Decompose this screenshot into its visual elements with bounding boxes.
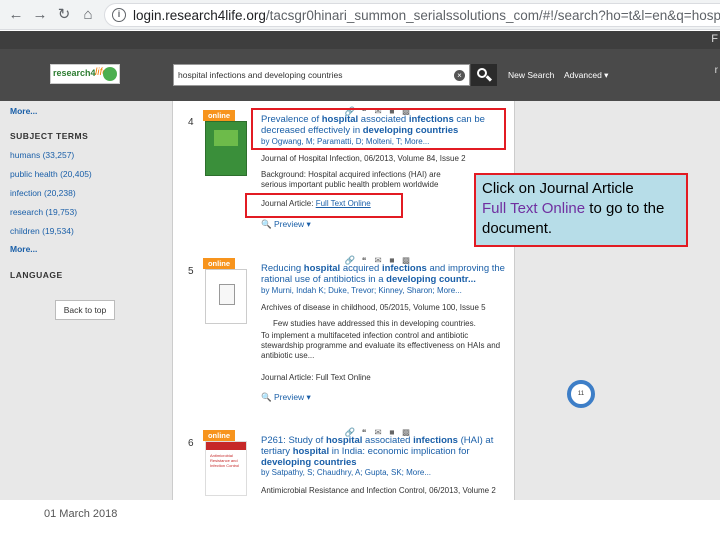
quote-icon[interactable]: ❝: [357, 427, 371, 438]
folder-icon[interactable]: ▩: [399, 255, 413, 266]
subject-term-item[interactable]: public health (20,405): [10, 169, 92, 179]
link-icon[interactable]: 🔗: [343, 255, 357, 266]
result-actions: 🔗 ❝ ✉ ■ ▩: [343, 427, 413, 438]
email-icon[interactable]: ✉: [371, 427, 385, 438]
advanced-search-link[interactable]: Advanced ▾: [564, 70, 608, 81]
more-link-top[interactable]: More...: [10, 106, 37, 116]
address-bar[interactable]: i login.research4life.org/tacsgr0hinari_…: [104, 3, 720, 27]
folder-icon[interactable]: ▩: [399, 427, 413, 438]
result-access[interactable]: Journal Article: Full Text Online: [261, 373, 513, 383]
subject-terms-heading: SUBJECT TERMS: [10, 131, 89, 141]
header-edge-text-2: r: [714, 65, 718, 76]
subject-term-item[interactable]: infection (20,238): [10, 188, 76, 198]
online-badge: online: [203, 110, 235, 121]
new-search-link[interactable]: New Search: [508, 70, 554, 80]
save-icon[interactable]: ■: [385, 255, 399, 265]
header-edge-text: F: [711, 33, 718, 45]
url-text: login.research4life.org/tacsgr0hinari_su…: [133, 8, 720, 23]
result-snippet: To implement a multifaceted infection co…: [261, 331, 501, 360]
search-button[interactable]: [471, 64, 497, 86]
globe-icon: [103, 67, 117, 81]
research4life-logo[interactable]: research4 life: [50, 64, 120, 84]
browser-toolbar: ← → ↻ ⌂ i login.research4life.org/tacsgr…: [0, 0, 720, 30]
header-top-strip: [0, 31, 720, 49]
more-link-bottom[interactable]: More...: [10, 244, 37, 254]
result-snippet: Few studies have addressed this in devel…: [273, 319, 476, 328]
journal-cover-thumbnail[interactable]: Antimicrobial Resistance and Infection C…: [205, 441, 247, 496]
preview-link[interactable]: 🔍 Preview ▾: [261, 392, 311, 403]
back-to-top-button[interactable]: Back to top: [55, 300, 115, 320]
journal-cover-thumbnail[interactable]: [205, 121, 247, 176]
search-field[interactable]: ×: [173, 64, 470, 86]
document-thumbnail[interactable]: [205, 269, 247, 324]
back-arrow-icon[interactable]: ←: [6, 5, 26, 25]
altmetric-badge[interactable]: 11: [567, 380, 595, 408]
result-title-link[interactable]: Reducing hospital acquired infections an…: [261, 263, 511, 285]
slide: ← → ↻ ⌂ i login.research4life.org/tacsgr…: [0, 0, 720, 540]
subject-term-item[interactable]: research (19,753): [10, 207, 77, 217]
result-authors[interactable]: by Satpathy, S; Chaudhry, A; Gupta, SK; …: [261, 468, 513, 478]
forward-arrow-icon[interactable]: →: [30, 5, 50, 25]
instruction-callout: Click on Journal Article Full Text Onlin…: [474, 173, 688, 247]
result-authors[interactable]: by Murni, Indah K; Duke, Trevor; Kinney,…: [261, 286, 513, 296]
result-number: 5: [188, 266, 194, 277]
slide-date: 01 March 2018: [44, 508, 118, 520]
home-icon[interactable]: ⌂: [78, 5, 98, 25]
results-list: 4 online Prevalence of hospital associat…: [172, 101, 515, 500]
full-text-highlight-box: [245, 193, 403, 218]
title-highlight-box: [251, 108, 506, 150]
clear-search-icon[interactable]: ×: [454, 70, 465, 81]
email-icon[interactable]: ✉: [371, 255, 385, 266]
result-number: 6: [188, 438, 194, 449]
online-badge: online: [203, 258, 235, 269]
site-header: F r research4 life × New Search Advanced…: [0, 31, 720, 101]
result-actions: 🔗 ❝ ✉ ■ ▩: [343, 255, 413, 266]
result-title-link[interactable]: P261: Study of hospital associated infec…: [261, 435, 511, 468]
preview-link[interactable]: 🔍 Preview ▾: [261, 219, 311, 230]
result-source: Archives of disease in childhood, 05/201…: [261, 303, 486, 312]
result-snippet: Background: Hospital acquired infections…: [261, 170, 441, 189]
search-input[interactable]: [178, 67, 448, 83]
document-icon: [219, 284, 235, 305]
save-icon[interactable]: ■: [385, 427, 399, 437]
subject-term-item[interactable]: children (19,534): [10, 226, 74, 236]
online-badge: online: [203, 430, 235, 441]
facet-sidebar: More... SUBJECT TERMS humans (33,257) pu…: [0, 101, 172, 500]
subject-term-item[interactable]: humans (33,257): [10, 150, 74, 160]
site-info-icon[interactable]: i: [112, 8, 126, 22]
right-panel: [515, 101, 720, 500]
result-source: Antimicrobial Resistance and Infection C…: [261, 486, 496, 495]
link-icon[interactable]: 🔗: [343, 427, 357, 438]
quote-icon[interactable]: ❝: [357, 255, 371, 266]
language-heading: LANGUAGE: [10, 270, 63, 280]
result-source: Journal of Hospital Infection, 06/2013, …: [261, 154, 466, 163]
reload-icon[interactable]: ↻: [54, 5, 74, 25]
result-number: 4: [188, 117, 194, 128]
